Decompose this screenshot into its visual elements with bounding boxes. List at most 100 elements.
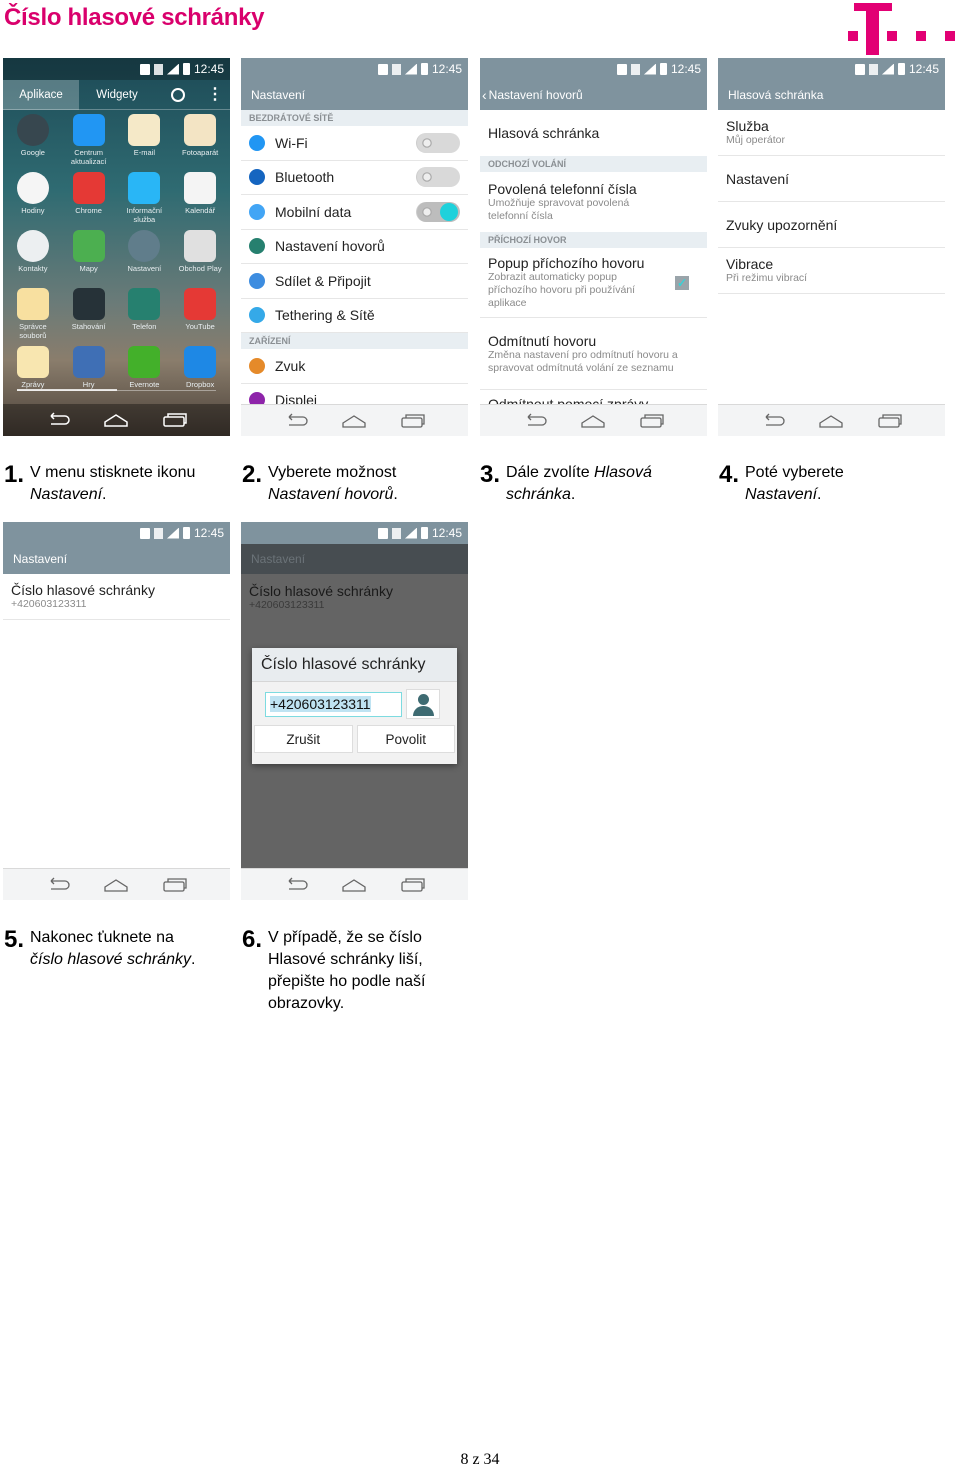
- app-label: Mapy: [79, 264, 98, 273]
- section-header: BEZDRÁTOVÉ SÍTĚ: [241, 110, 468, 126]
- settings-item-icon: [249, 307, 265, 324]
- dialog-title: Číslo hlasové schránky: [252, 648, 457, 682]
- app-icon-item[interactable]: Kontakty: [5, 230, 61, 282]
- app-label: Informační služba: [126, 206, 163, 224]
- toggle-switch[interactable]: [416, 132, 460, 153]
- app-icon-item[interactable]: Informační služba: [117, 172, 173, 224]
- recent-apps-icon[interactable]: [162, 412, 188, 428]
- cancel-button[interactable]: Zrušit: [254, 725, 353, 753]
- step-1: 1. V menu stisknete ikonu Nastavení.: [4, 461, 196, 504]
- app-label: Hodiny: [21, 206, 45, 215]
- contact-picker-button[interactable]: [406, 689, 440, 719]
- screenshot-settings: 12:45 Nastavení BEZDRÁTOVÉ SÍTĚ Wi-Fi Blu…: [241, 58, 468, 436]
- status-bar: 12:45: [3, 522, 230, 544]
- toggle-switch[interactable]: [416, 167, 460, 188]
- app-icon-item[interactable]: Nastavení: [117, 230, 173, 282]
- app-icon: [184, 346, 217, 378]
- back-icon[interactable]: [522, 413, 548, 429]
- app-label: Chrome: [75, 206, 102, 215]
- list-item-fdn[interactable]: Povolená telefonní čísla Umožňuje spravo…: [480, 172, 707, 232]
- recent-apps-icon[interactable]: [162, 877, 188, 893]
- list-item-call-reject[interactable]: Odmítnutí hovoru Změna nastavení pro odm…: [480, 318, 707, 390]
- appbar-title: Hlasová schránka: [728, 88, 824, 102]
- app-icon: [72, 114, 105, 146]
- step-2: 2. Vyberete možnost Nastavení hovorů.: [242, 461, 398, 504]
- settings-item[interactable]: Zvuk: [241, 349, 468, 384]
- screenshot-app-drawer: 12:45 Aplikace Widgety ⋮ Google Centrum a…: [3, 58, 230, 436]
- page-number: 8 z 34: [460, 1451, 500, 1468]
- app-icon-item[interactable]: Centrum aktualizací: [61, 114, 117, 166]
- back-icon[interactable]: [283, 877, 309, 893]
- settings-item[interactable]: Mobilní data: [241, 195, 468, 230]
- back-icon[interactable]: [283, 413, 309, 429]
- tab-widgets[interactable]: Widgety: [79, 89, 155, 101]
- recent-apps-icon[interactable]: [400, 877, 426, 893]
- list-item-voicemail-number[interactable]: Číslo hlasové schránky +420603123311: [3, 574, 230, 620]
- recent-apps-icon[interactable]: [639, 413, 665, 429]
- app-icon-item[interactable]: Mapy: [61, 230, 117, 282]
- search-icon[interactable]: [171, 87, 185, 102]
- app-icon-item[interactable]: E-mail: [117, 114, 173, 166]
- recent-apps-icon[interactable]: [400, 413, 426, 429]
- app-icon-item[interactable]: Google: [5, 114, 61, 166]
- app-grid: Google Centrum aktualizací E-mail Fotoapará…: [3, 110, 230, 398]
- home-icon[interactable]: [580, 413, 606, 429]
- settings-item[interactable]: Sdílet & Připojit: [241, 264, 468, 299]
- more-options-icon[interactable]: ⋮: [207, 86, 223, 102]
- popup-checkbox[interactable]: ✓: [675, 275, 689, 290]
- app-icon: [128, 288, 161, 320]
- home-icon[interactable]: [341, 413, 367, 429]
- home-icon[interactable]: [818, 413, 844, 429]
- voicemail-number-input[interactable]: +420603123311: [265, 691, 402, 717]
- app-icon-item[interactable]: Kalendář: [172, 172, 228, 224]
- app-icon: [72, 346, 105, 378]
- home-icon[interactable]: [103, 877, 129, 893]
- navigation-bar: [241, 404, 468, 436]
- signal-icon: [166, 63, 179, 75]
- settings-item-icon: [249, 272, 265, 289]
- app-icon-item[interactable]: Hodiny: [5, 172, 61, 224]
- home-icon[interactable]: [103, 412, 129, 428]
- app-label: E-mail: [133, 148, 155, 157]
- app-icon-item[interactable]: Telefon: [117, 288, 173, 340]
- recent-apps-icon[interactable]: [877, 413, 903, 429]
- navigation-bar: [718, 404, 945, 436]
- app-icon-item[interactable]: YouTube: [172, 288, 228, 340]
- person-icon: [418, 694, 429, 705]
- settings-item[interactable]: Wi-Fi: [241, 126, 468, 161]
- toggle-switch[interactable]: [416, 201, 460, 222]
- app-icon: [184, 114, 217, 146]
- app-icon: [16, 288, 49, 320]
- settings-item[interactable]: Tethering & Sítě: [241, 299, 468, 333]
- settings-item-icon: [249, 134, 265, 151]
- back-icon[interactable]: [760, 413, 786, 429]
- list-item[interactable]: Nastavení: [718, 156, 945, 202]
- list-item[interactable]: Vibrace Při režimu vibrací: [718, 248, 945, 294]
- allow-button[interactable]: Povolit: [356, 725, 455, 753]
- app-icon-item[interactable]: Obchod Play: [172, 230, 228, 282]
- list-item-voicemail[interactable]: Hlasová schránka: [480, 110, 707, 156]
- list-item[interactable]: Služba Můj operátor: [718, 110, 945, 156]
- section-header: ODCHOZÍ VOLÁNÍ: [480, 156, 707, 172]
- back-chevron-icon[interactable]: ‹: [482, 80, 487, 110]
- app-icon-item[interactable]: Stahování: [61, 288, 117, 340]
- app-icon-item[interactable]: Chrome: [61, 172, 117, 224]
- back-icon[interactable]: [45, 412, 71, 428]
- status-bar: 12:45: [241, 58, 468, 80]
- list-item-popup[interactable]: Popup příchozího hovoru Zobrazit automat…: [480, 248, 707, 318]
- list-item[interactable]: Zvuky upozornění: [718, 202, 945, 248]
- app-label: Nastavení: [127, 264, 162, 273]
- status-time: 12:45: [193, 62, 224, 76]
- appbar-title: Nastavení hovorů: [488, 88, 583, 102]
- home-icon[interactable]: [341, 877, 367, 893]
- settings-item-icon: [249, 357, 265, 374]
- settings-item[interactable]: Nastavení hovorů: [241, 230, 468, 264]
- tab-apps[interactable]: Aplikace: [3, 79, 79, 110]
- telekom-logo: [846, 3, 958, 55]
- back-icon[interactable]: [45, 877, 71, 893]
- settings-item-icon: [249, 169, 265, 186]
- settings-item[interactable]: Bluetooth: [241, 161, 468, 195]
- status-bar: 12:45: [718, 58, 945, 80]
- app-icon-item[interactable]: Fotoaparát: [172, 114, 228, 166]
- app-icon-item[interactable]: Správce souborů: [5, 288, 61, 340]
